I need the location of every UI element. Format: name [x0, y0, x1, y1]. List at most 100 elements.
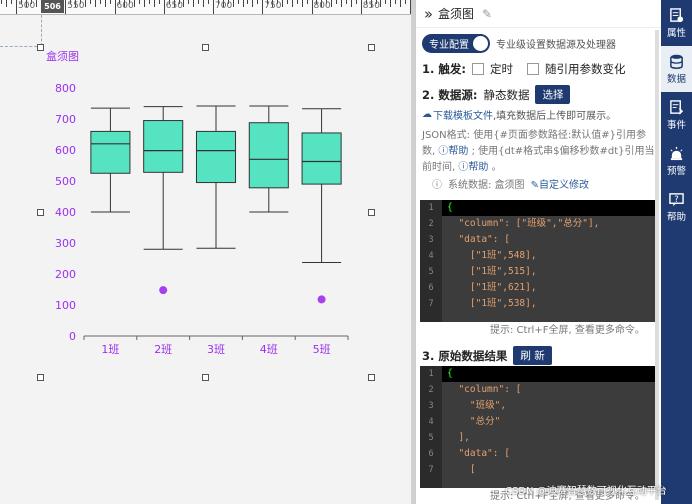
editor-hint: 提示: Ctrl+F全屏, 查看更多命令。 — [490, 325, 645, 336]
select-source-button[interactable]: 选择 — [535, 85, 571, 104]
panel-scrollbar[interactable] — [655, 30, 659, 500]
box-body — [143, 120, 184, 173]
ruler-tick — [247, 0, 249, 4]
code-line: 2 "column": [ — [420, 382, 656, 398]
download-hint: ,填充数据后上传即可展示。 — [493, 111, 617, 122]
refresh-button[interactable]: 刷 新 — [513, 346, 552, 365]
code-line: 5 ], — [420, 430, 656, 446]
ruler-tick — [262, 0, 264, 14]
ruler-tick — [148, 0, 150, 4]
tab-events[interactable]: 事件 — [661, 92, 692, 138]
outlier-point — [317, 295, 326, 304]
trigger-label: 1. 触发: — [422, 62, 466, 76]
line-number: 6 — [428, 449, 434, 459]
y-tick-label: 600 — [55, 144, 76, 157]
param-change-checkbox[interactable] — [526, 63, 539, 75]
ruler-tick — [35, 0, 37, 7]
line-number: 6 — [428, 283, 434, 293]
result-code-editor[interactable]: 1{2 "column": [3 "班级", 4 "总分" 5 ], 6 "data"… — [420, 366, 656, 488]
line-number: 1 — [420, 366, 442, 382]
ruler-tick — [114, 0, 116, 14]
ruler-tick — [65, 0, 67, 14]
ruler-tick — [1, 0, 3, 4]
ruler-label: 750 — [264, 1, 282, 11]
ruler-tick — [193, 0, 195, 7]
x-tick-label: 5班 — [313, 343, 331, 356]
line-number: 4 — [428, 417, 434, 427]
custom-edit-link[interactable]: ✎自定义修改 — [531, 178, 589, 194]
tab-label: 帮助 — [666, 211, 686, 223]
code-text: ["1班",515], — [447, 266, 537, 277]
code-line: 3 "data": [ — [420, 232, 656, 248]
help-link-time[interactable]: ⓘ帮助 — [458, 162, 488, 173]
x-tick-label: 4班 — [260, 343, 278, 356]
code-line: 4 "总分" — [420, 414, 656, 430]
timer-label: 定时 — [489, 62, 513, 76]
tab-data[interactable]: 数据 — [661, 46, 692, 92]
ruler-tick — [390, 0, 392, 7]
code-text: ["1班",621], — [447, 282, 537, 293]
collapse-chevron-icon[interactable]: ›› — [424, 5, 433, 23]
code-line: 7 [ — [420, 462, 656, 478]
y-tick-label: 700 — [55, 113, 76, 126]
code-text: { — [447, 202, 453, 213]
ruler-tick — [281, 0, 283, 7]
pro-config-toggle[interactable]: 专业配置 — [422, 34, 490, 53]
box-body — [301, 132, 342, 185]
ruler-tick — [360, 0, 362, 14]
source-row: 2. 数据源: 静态数据 选择 — [416, 85, 661, 104]
json-code-editor[interactable]: 1{2 "column": ["班级","总分"], 3 "data": [4 [… — [420, 200, 656, 322]
tab-help[interactable]: ? 帮助 — [661, 184, 692, 230]
code-line: 2 "column": ["班级","总分"], — [420, 216, 656, 232]
json-format-hint: JSON格式: 使用{#页面参数路径:默认值#}引用参数, ⓘ帮助 ; 使用{d… — [416, 122, 661, 176]
help-link-text: 帮助 — [448, 146, 469, 157]
ruler-tick — [380, 0, 382, 7]
code-text: "column": [ — [447, 384, 522, 395]
code-line: 6 ["1班",621], — [420, 280, 656, 296]
ruler-tick — [153, 0, 155, 7]
ruler-tick — [350, 0, 352, 7]
ruler-label: 700 — [215, 1, 233, 11]
design-canvas[interactable]: 500550600650700750800850900950506 盒须图010… — [0, 0, 411, 504]
ruler-tick — [405, 0, 407, 4]
x-tick-label: 2班 — [154, 343, 172, 356]
ruler-tick — [242, 0, 244, 7]
edit-pencil-icon[interactable]: ✎ — [482, 7, 492, 21]
tab-alerts[interactable]: 预警 — [661, 138, 692, 184]
line-number: 1 — [420, 200, 442, 216]
ruler-tick — [158, 0, 160, 4]
download-template-link[interactable]: 下载模板文件 — [433, 107, 493, 122]
panel-header: ›› 盒须图 ✎ — [416, 0, 661, 28]
line-number: 2 — [428, 385, 434, 395]
result-row: 3. 原始数据结果 刷 新 — [416, 346, 558, 365]
outlier-point — [159, 286, 168, 295]
code-line: 7 ["1班",538], — [420, 296, 656, 312]
ruler-tick — [385, 0, 387, 4]
ruler-label: 800 — [313, 1, 331, 11]
ruler-tick — [99, 0, 101, 4]
y-tick-label: 500 — [55, 175, 76, 188]
cloud-download-icon: ☁ — [422, 109, 432, 120]
ruler-tick — [257, 0, 259, 4]
line-number: 7 — [428, 465, 434, 475]
ruler-tick — [336, 0, 338, 4]
guide-line — [0, 46, 42, 47]
help-link-params[interactable]: ⓘ帮助 — [438, 146, 468, 157]
timer-checkbox[interactable] — [471, 63, 484, 75]
help-icon: ? — [669, 192, 684, 206]
custom-edit-text: 自定义修改 — [538, 180, 589, 191]
y-tick-label: 800 — [55, 82, 76, 95]
line-number: 3 — [428, 401, 434, 411]
ruler-label: 600 — [116, 1, 134, 11]
code-text: "data": [ — [447, 448, 510, 459]
ruler-tick — [139, 0, 141, 4]
ruler-tick — [89, 0, 91, 4]
ruler-tick — [232, 0, 234, 7]
y-tick-label: 400 — [55, 206, 76, 219]
ruler-tick — [198, 0, 200, 4]
ruler-tick — [84, 0, 86, 7]
box-plot-chart[interactable]: 盒须图 0 100 200 300 400 500 600 700 800 1班 2班 3班 4班 5班 — [42, 48, 371, 376]
code-text: "data": [ — [447, 234, 510, 245]
ruler-tick — [6, 0, 8, 7]
tab-properties[interactable]: 属性 — [661, 0, 692, 46]
